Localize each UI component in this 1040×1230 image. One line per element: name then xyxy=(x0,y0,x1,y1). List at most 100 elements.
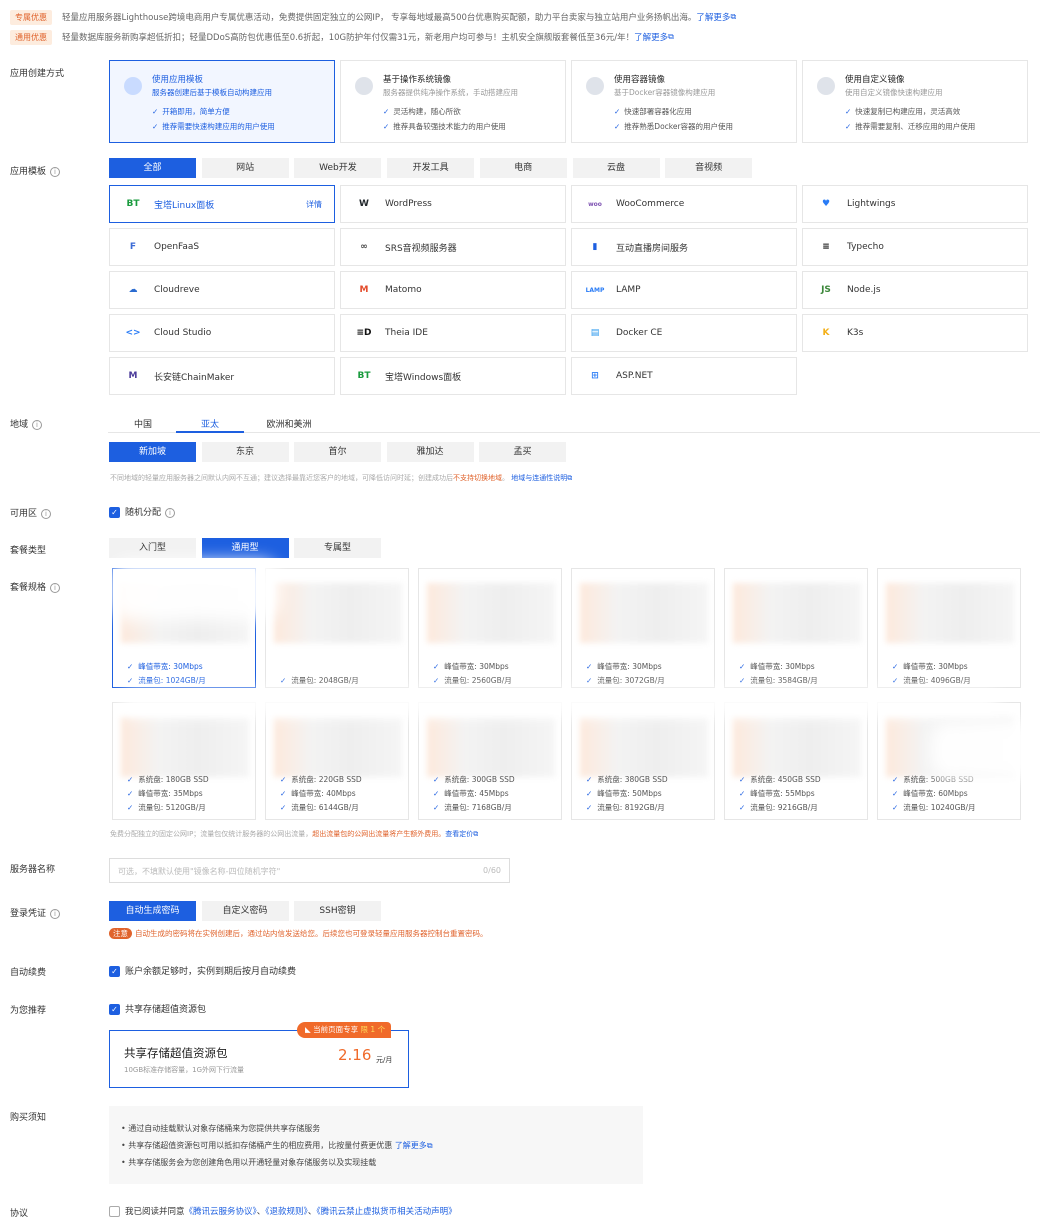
info-icon: i xyxy=(50,166,61,177)
check-icon: ✓ xyxy=(280,676,287,685)
region-doc-link[interactable]: 地域与连通性说明 xyxy=(511,474,567,482)
app-name: OpenFaaS xyxy=(154,242,200,252)
service-agreement-link[interactable]: 《腾讯云服务协议》 xyxy=(185,1207,257,1217)
app-template-card[interactable]: JS Node.js xyxy=(802,271,1028,309)
template-tab[interactable]: 全部 xyxy=(109,158,196,178)
promo-link[interactable]: 了解更多 xyxy=(634,31,668,43)
recommend-checkbox[interactable]: ✓ 共享存储超值资源包 xyxy=(109,1002,206,1015)
plan-card[interactable]: ✓ 系统盘: 180GB SSD ✓ 峰值带宽: 35Mbps ✓ 流量包: 5120GB… xyxy=(112,702,256,820)
plan-spec-line: ✓ 流量包: 8192GB/月 xyxy=(586,803,665,812)
plan-card[interactable]: ✓ 峰值带宽: 30Mbps ✓ 流量包: 3584GB/月 xyxy=(724,568,868,688)
price-unit: 元/月 xyxy=(376,1056,393,1064)
refund-rules-link[interactable]: 《退款规则》 xyxy=(265,1207,308,1217)
template-tab[interactable]: 开发工具 xyxy=(387,158,475,178)
mode-feature: ✓ 推荐熟悉Docker容器的用户使用 xyxy=(614,122,734,131)
mode-subtitle: 使用自定义镜像快速构建应用 xyxy=(845,88,943,97)
region-tab[interactable]: 亚太 xyxy=(176,417,244,430)
plan-spec-line: ✓ 峰值带宽: 30Mbps xyxy=(586,662,662,671)
region-tab[interactable]: 欧洲和美洲 xyxy=(244,417,334,430)
city-option[interactable]: 东京 xyxy=(201,442,289,462)
app-template-card[interactable]: ∞ SRS音视频服务器 xyxy=(340,228,566,266)
redaction-smudge xyxy=(120,690,1000,716)
app-template-card[interactable]: woo WooCommerce xyxy=(571,185,797,223)
region-tab[interactable]: 中国 xyxy=(113,417,173,430)
server-name-input[interactable]: 可选，不填默认使用"镜像名称-四位随机字符" 0/60 xyxy=(109,858,510,883)
notice-box: • 通过自动挂载默认对象存储桶来为您提供共享存储服务 • 共享存储超值资源包可用… xyxy=(109,1106,643,1184)
app-template-card[interactable]: ▮ 互动直播房间服务 xyxy=(571,228,797,266)
create-mode-card[interactable]: 使用容器镜像 基于Docker容器镜像构建应用 ✓ 快速部署容器化应用 ✓ 推荐熟悉Doc… xyxy=(571,60,797,143)
app-logo-icon: BT xyxy=(126,199,140,209)
check-icon: ✓ xyxy=(433,775,440,784)
plan-card[interactable]: ✓ 峰值带宽: 30Mbps ✓ 流量包: 4096GB/月 xyxy=(877,568,1021,688)
app-detail-link[interactable]: 详情 xyxy=(306,199,322,210)
template-tab[interactable]: 音视频 xyxy=(665,158,753,178)
app-template-card[interactable]: M 长安链ChainMaker xyxy=(109,357,335,395)
create-mode-card[interactable]: 基于操作系统镜像 服务器提供纯净操作系统，手动搭建应用 ✓ 灵活构建，随心所欲 ✓ 推荐具… xyxy=(340,60,566,143)
promo-link[interactable]: 了解更多 xyxy=(696,11,730,23)
app-template-card[interactable]: ≡D Theia IDE xyxy=(340,314,566,352)
server-name-placeholder: 可选，不填默认使用"镜像名称-四位随机字符" xyxy=(118,867,281,876)
app-template-card[interactable]: ⊞ ASP.NET xyxy=(571,357,797,395)
app-template-card[interactable]: W WordPress xyxy=(340,185,566,223)
storage-pack-title: 共享存储超值资源包 xyxy=(124,1046,228,1060)
plan-spec-line: ✓ 流量包: 6144GB/月 xyxy=(280,803,359,812)
app-template-card[interactable]: LAMP LAMP xyxy=(571,271,797,309)
app-template-card[interactable]: K K3s xyxy=(802,314,1028,352)
app-name: Docker CE xyxy=(616,328,663,338)
server-name-label: 服务器名称 xyxy=(10,865,56,875)
storage-pack-card[interactable]: ◣ 当前页面专享 限 1 个 共享存储超值资源包 10GB标准存储容量，1G外网… xyxy=(109,1022,409,1088)
plan-spec-label: 套餐规格 i xyxy=(10,580,61,593)
notice-link[interactable]: 了解更多 xyxy=(395,1141,427,1150)
city-option[interactable]: 首尔 xyxy=(294,442,381,462)
city-option[interactable]: 雅加达 xyxy=(386,442,474,462)
create-mode-card[interactable]: 使用自定义镜像 使用自定义镜像快速构建应用 ✓ 快速复制已构建应用，灵活高效 ✓ 推荐需要… xyxy=(802,60,1028,143)
plan-card[interactable]: ✓ 系统盘: 300GB SSD ✓ 峰值带宽: 45Mbps ✓ 流量包: 7168GB… xyxy=(418,702,562,820)
plan-type-tab[interactable]: 通用型 xyxy=(201,538,289,558)
app-template-card[interactable]: ☁ Cloudreve xyxy=(109,271,335,309)
check-icon: ✓ xyxy=(383,107,390,116)
app-template-card[interactable]: F OpenFaaS xyxy=(109,228,335,266)
template-tab[interactable]: 云盘 xyxy=(572,158,660,178)
recommend-label: 为您推荐 xyxy=(10,1006,47,1016)
plan-card[interactable]: ✓ 峰值带宽: 30Mbps ✓ 流量包: 3072GB/月 xyxy=(571,568,715,688)
app-template-card[interactable]: M Matomo xyxy=(340,271,566,309)
zone-label: 可用区 i xyxy=(10,506,52,519)
app-logo-icon: woo xyxy=(588,200,602,208)
app-template-card[interactable]: BT 宝塔Windows面板 xyxy=(340,357,566,395)
plan-type-tab[interactable]: 专属型 xyxy=(294,538,381,558)
plan-card[interactable]: ✓ 峰值带宽: 30Mbps ✓ 流量包: 2560GB/月 xyxy=(418,568,562,688)
app-template-card[interactable]: BT 宝塔Linux面板 详情 xyxy=(109,185,335,223)
agreement-checkbox[interactable]: 我已阅读并同意《腾讯云服务协议》、《退款规则》、《腾讯云禁止虚拟货币相关活动声明… xyxy=(109,1205,457,1217)
checkbox-unchecked-icon xyxy=(109,1206,120,1217)
template-tab[interactable]: Web开发 xyxy=(294,158,382,178)
check-icon: ✓ xyxy=(127,775,134,784)
pricing-link[interactable]: 查看定价 xyxy=(445,830,473,838)
notice-label: 购买须知 xyxy=(10,1113,47,1123)
auto-renew-checkbox[interactable]: ✓ 账户余额足够时，实例到期后按月自动续费 xyxy=(109,964,296,977)
plan-card[interactable]: ✓ 系统盘: 380GB SSD ✓ 峰值带宽: 50Mbps ✓ 流量包: 8192GB… xyxy=(571,702,715,820)
create-mode-card[interactable]: 使用应用模板 服务器创建后基于模板自动构建应用 ✓ 开箱即用，简单方便 ✓ 推荐需要快速构… xyxy=(109,60,335,143)
app-template-card[interactable]: ♥ Lightwings xyxy=(802,185,1028,223)
plan-type-tab[interactable]: 入门型 xyxy=(109,538,196,558)
crypto-statement-link[interactable]: 《腾讯云禁止虚拟货币相关活动声明》 xyxy=(316,1207,456,1217)
login-method-tab[interactable]: 自动生成密码 xyxy=(109,901,196,921)
city-option[interactable]: 新加坡 xyxy=(109,442,196,462)
plan-blurred-content xyxy=(274,583,402,643)
city-option[interactable]: 孟买 xyxy=(479,442,566,462)
plan-card[interactable]: ✓ 系统盘: 450GB SSD ✓ 峰值带宽: 55Mbps ✓ 流量包: 9216GB… xyxy=(724,702,868,820)
login-method-tab[interactable]: 自定义密码 xyxy=(201,901,289,921)
app-template-card[interactable]: ▤ Docker CE xyxy=(571,314,797,352)
plan-card[interactable]: ✓ 系统盘: 220GB SSD ✓ 峰值带宽: 40Mbps ✓ 流量包: 6144GB… xyxy=(265,702,409,820)
app-template-card[interactable]: <> Cloud Studio xyxy=(109,314,335,352)
app-logo-icon: ♥ xyxy=(821,199,831,209)
login-method-tab[interactable]: SSH密钥 xyxy=(294,901,381,921)
app-logo-icon: F xyxy=(129,242,137,252)
template-tab[interactable]: 网站 xyxy=(201,158,289,178)
app-template-card[interactable]: ≡ Typecho xyxy=(802,228,1028,266)
plan-spec-line: ✓ 流量包: 2048GB/月 xyxy=(280,676,359,685)
app-name: LAMP xyxy=(616,285,641,295)
plan-card[interactable]: ✓ 流量包: 2048GB/月 xyxy=(265,568,409,688)
template-tab[interactable]: 电商 xyxy=(479,158,567,178)
zone-random-checkbox[interactable]: ✓ 随机分配 i xyxy=(109,505,176,518)
check-icon: ✓ xyxy=(892,789,899,798)
